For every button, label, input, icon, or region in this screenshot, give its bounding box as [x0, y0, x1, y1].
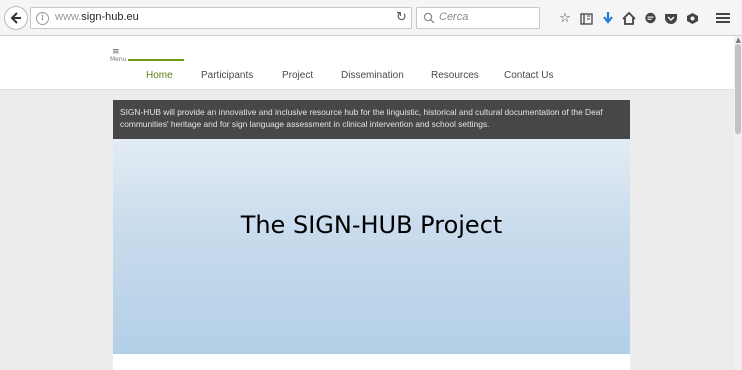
menu-hamburger-icon[interactable]: ≡ — [112, 48, 120, 57]
extension-icon[interactable] — [683, 9, 701, 27]
info-icon[interactable]: i — [36, 12, 49, 25]
library-icon[interactable] — [577, 9, 595, 27]
search-placeholder: Cerca — [439, 11, 469, 23]
hero-title: The SIGN-HUB Project — [240, 211, 503, 239]
nav-item-dissemination[interactable]: Dissemination — [341, 70, 404, 81]
url-prefix: www. — [55, 11, 82, 23]
download-icon[interactable] — [599, 9, 617, 27]
intro-banner: SIGN-HUB will provide an innovative and … — [113, 100, 630, 139]
nav-item-resources[interactable]: Resources — [431, 70, 479, 81]
scrollbar-thumb[interactable] — [735, 44, 741, 134]
chat-icon[interactable] — [641, 9, 659, 27]
browser-toolbar: i www.sign-hub.eu ↻ Cerca ☆ — [0, 0, 742, 36]
nav-item-project[interactable]: Project — [282, 70, 313, 81]
hamburger-menu-icon[interactable] — [714, 9, 732, 27]
main-content: SIGN-HUB will provide an innovative and … — [113, 100, 630, 370]
search-icon — [423, 12, 435, 24]
home-icon[interactable] — [620, 9, 638, 27]
back-button[interactable] — [4, 6, 28, 30]
menu-label[interactable]: Menu — [110, 56, 126, 63]
nav-item-home[interactable]: Home — [146, 70, 173, 81]
pocket-icon[interactable] — [662, 9, 680, 27]
hero-banner: The SIGN-HUB Project — [113, 139, 630, 354]
reload-icon[interactable]: ↻ — [396, 10, 407, 25]
nav-item-participants[interactable]: Participants — [201, 70, 253, 81]
site-navigation: ≡ Menu Home Participants Project Dissemi… — [0, 36, 734, 90]
url-domain: sign-hub.eu — [81, 11, 139, 23]
bookmark-star-icon[interactable]: ☆ — [556, 9, 574, 27]
back-arrow-icon — [10, 12, 21, 24]
search-input[interactable]: Cerca — [416, 7, 540, 29]
active-nav-underline — [128, 59, 184, 61]
url-bar[interactable]: i www.sign-hub.eu — [30, 7, 412, 29]
web-page: ≡ Menu Home Participants Project Dissemi… — [0, 36, 742, 370]
scroll-up-arrow-icon[interactable]: ▲ — [736, 36, 741, 44]
nav-item-contact-us[interactable]: Contact Us — [504, 70, 553, 81]
page-scrollbar[interactable]: ▲ — [734, 36, 742, 370]
url-text[interactable]: www.sign-hub.eu — [55, 11, 139, 23]
